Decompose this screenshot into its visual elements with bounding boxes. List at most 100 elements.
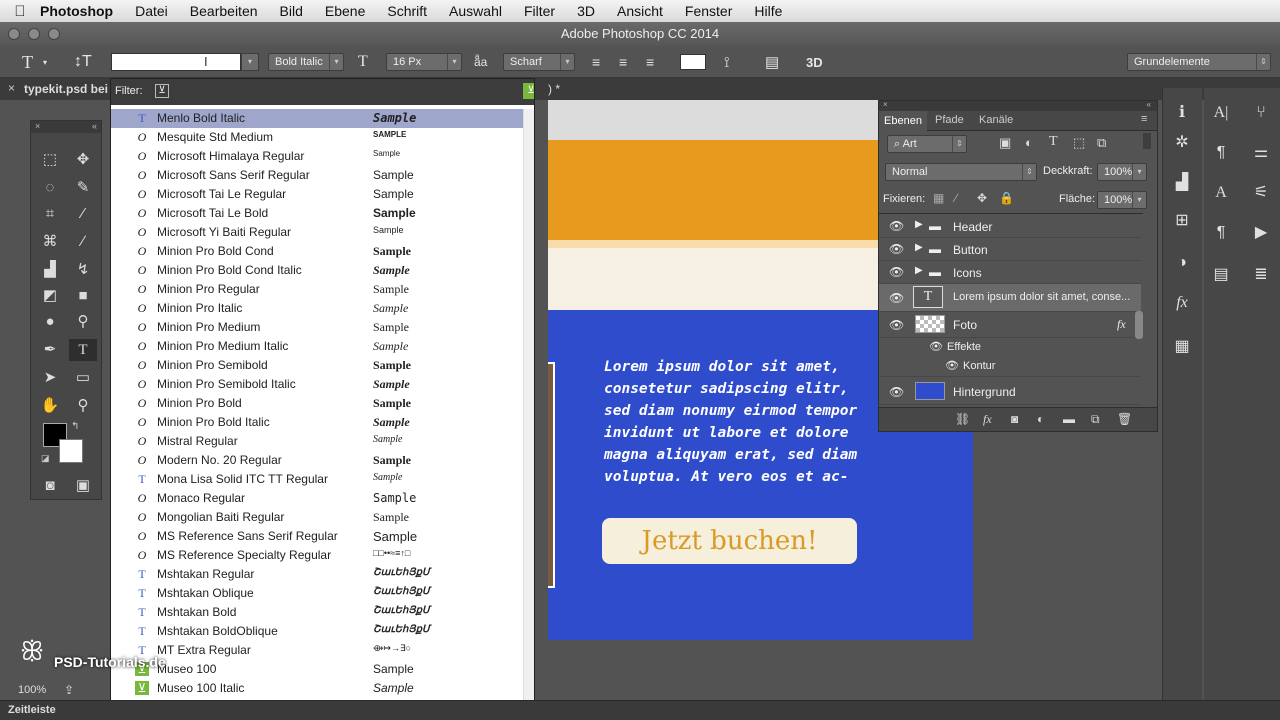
lock-pixels-icon[interactable]: ∕ — [955, 191, 957, 205]
document-tab[interactable]: typekit.psd bei — [24, 82, 108, 96]
filter-pixel-icon[interactable]: ▣ — [999, 135, 1011, 151]
font-row[interactable]: O Microsoft Himalaya Regular Sample — [111, 147, 534, 166]
lasso-tool-icon[interactable]: ◌ — [36, 177, 64, 199]
text-orientation-icon[interactable]: ↕T — [74, 46, 92, 78]
effects-eye-icon[interactable]: 👁 — [929, 340, 943, 353]
menu-hilfe[interactable]: Hilfe — [743, 3, 793, 19]
workspace-select[interactable]: Grundelemente ⇕ — [1127, 53, 1271, 71]
menu-ebene[interactable]: Ebene — [314, 3, 376, 19]
tab-kanaele[interactable]: Kanäle — [979, 114, 1013, 126]
tool-presets-icon[interactable]: ⑂ — [1244, 98, 1278, 128]
layer-row-header[interactable]: 👁 ▶ ▬ Header — [879, 215, 1141, 238]
healing-tool-icon[interactable]: ⌘ — [36, 231, 64, 253]
minimize-window-button[interactable] — [28, 28, 40, 40]
filter-toggle[interactable] — [1143, 133, 1151, 149]
typekit-sync-icon[interactable]: ⊻ — [523, 83, 534, 99]
font-row[interactable]: O Minion Pro Semibold Italic Sample — [111, 375, 534, 394]
gradient-tool-icon[interactable]: ■ — [69, 285, 97, 307]
path-select-tool-icon[interactable]: ➤ — [36, 367, 64, 389]
stamp-tool-icon[interactable]: ▟ — [36, 259, 64, 281]
filter-smartobject-icon[interactable]: ⧉ — [1097, 135, 1106, 151]
layer-effects-row[interactable]: 👁 Effekte — [879, 338, 1141, 357]
font-row[interactable]: T Mona Lisa Solid ITC TT Regular Sample — [111, 470, 534, 489]
lock-position-icon[interactable]: ✥ — [977, 191, 987, 205]
font-row[interactable]: T Mshtakan Oblique ՇաւԵհՅքՄ — [111, 584, 534, 603]
menu-app-name[interactable]: Photoshop — [40, 3, 124, 19]
quick-mask-icon[interactable]: ◙ — [36, 475, 64, 497]
font-row[interactable]: O Mistral Regular Sample — [111, 432, 534, 451]
close-tab-icon[interactable]: × — [8, 81, 15, 95]
marquee-tool-icon[interactable]: ⬚ — [36, 149, 64, 171]
font-row[interactable]: O Minion Pro Bold Cond Sample — [111, 242, 534, 261]
body-text[interactable]: Lorem ipsum dolor sit amet, consetetur s… — [604, 356, 884, 488]
filter-adjustment-icon[interactable]: ◐ — [1025, 135, 1033, 150]
tools-panel-header[interactable]: × « — [31, 121, 101, 133]
eyedropper-tool-icon[interactable]: ⁄ — [69, 203, 97, 225]
font-row[interactable]: O MS Reference Specialty Regular □□••≈≡↑□ — [111, 546, 534, 565]
navigator-icon[interactable]: ⊞ — [1165, 206, 1199, 236]
font-size-select[interactable]: 16 Px ▾ — [386, 53, 462, 71]
font-family-input[interactable]: I — [111, 53, 241, 71]
visibility-eye-icon[interactable]: 👁 — [889, 385, 904, 399]
menu-ansicht[interactable]: Ansicht — [606, 3, 674, 19]
new-group-icon[interactable]: ▬ — [1063, 412, 1075, 426]
filter-type-icon[interactable]: T — [1049, 134, 1058, 150]
font-row[interactable]: O Minion Pro Semibold Sample — [111, 356, 534, 375]
font-row[interactable]: O Microsoft Tai Le Regular Sample — [111, 185, 534, 204]
styles-icon[interactable]: fx — [1165, 288, 1199, 318]
quick-select-tool-icon[interactable]: ✎ — [69, 177, 97, 199]
expand-arrow-icon[interactable]: ▶ — [915, 242, 923, 253]
link-layers-icon[interactable]: ⛓ — [955, 412, 970, 426]
layers-scrollbar[interactable] — [1135, 311, 1143, 339]
timeline-tab[interactable]: Zeitleiste — [8, 704, 56, 716]
font-row[interactable]: O Microsoft Yi Baiti Regular Sample — [111, 223, 534, 242]
font-row[interactable]: T Mshtakan Bold ՇաւԵհՅքՄ — [111, 603, 534, 622]
text-tool-preset-icon[interactable]: T ▾ — [22, 46, 47, 78]
new-layer-icon[interactable]: ⧉ — [1091, 412, 1100, 427]
font-row[interactable]: O Mesquite Std Medium SAMPLE — [111, 128, 534, 147]
font-row[interactable]: O MS Reference Sans Serif Regular Sample — [111, 527, 534, 546]
font-row[interactable]: O Minion Pro Bold Cond Italic Sample — [111, 261, 534, 280]
menu-3d[interactable]: 3D — [566, 3, 606, 19]
font-row[interactable]: O Minion Pro Medium Italic Sample — [111, 337, 534, 356]
dodge-tool-icon[interactable]: ⚲ — [69, 311, 97, 333]
font-style-select[interactable]: Bold Italic ▾ — [268, 53, 344, 71]
font-row[interactable]: O Monaco Regular Sample — [111, 489, 534, 508]
shape-tool-icon[interactable]: ▭ — [69, 367, 97, 389]
character-icon[interactable]: A| — [1204, 98, 1238, 128]
fill-input[interactable]: 100% ▾ — [1097, 191, 1147, 209]
kontur-eye-icon[interactable]: 👁 — [945, 359, 959, 372]
filter-shape-icon[interactable]: ⬚ — [1073, 135, 1085, 151]
3d-button[interactable]: 3D — [806, 46, 823, 78]
background-color-swatch[interactable] — [59, 439, 83, 463]
delete-layer-icon[interactable]: 🗑 — [1117, 412, 1132, 426]
menu-schrift[interactable]: Schrift — [376, 3, 438, 19]
font-list-scrollbar[interactable] — [523, 109, 534, 713]
visibility-eye-icon[interactable]: 👁 — [889, 291, 904, 305]
properties-icon[interactable]: ≣ — [1244, 260, 1278, 290]
menu-bearbeiten[interactable]: Bearbeiten — [179, 3, 269, 19]
layer-filter-select[interactable]: ⌕ Art ⇕ — [887, 135, 967, 153]
fx-icon[interactable]: fx — [1117, 317, 1126, 332]
brush-settings-icon[interactable]: ⚌ — [1244, 138, 1278, 168]
swatches-icon[interactable]: ▦ — [1165, 332, 1199, 362]
visibility-eye-icon[interactable]: 👁 — [889, 318, 904, 332]
font-row-selected[interactable]: T Menlo Bold Italic Sample — [111, 109, 534, 128]
zoom-window-button[interactable] — [48, 28, 60, 40]
layer-row-foto[interactable]: 👁 Foto fx — [879, 312, 1141, 338]
actions-icon[interactable]: ▶ — [1244, 218, 1278, 248]
antialias-select[interactable]: Scharf ▾ — [503, 53, 575, 71]
menu-filter[interactable]: Filter — [513, 3, 566, 19]
font-family-dropdown-button[interactable]: ▾ — [241, 53, 259, 71]
layer-effect-kontur-row[interactable]: 👁 Kontur — [879, 357, 1141, 377]
filter-typekit-icon[interactable]: ⊻ — [155, 84, 169, 98]
zoom-level[interactable]: 100% — [18, 684, 46, 696]
menu-auswahl[interactable]: Auswahl — [438, 3, 513, 19]
adjustments-icon[interactable]: ✲ — [1165, 128, 1199, 158]
default-colors-icon[interactable]: ◪ — [41, 453, 50, 464]
tab-pfade[interactable]: Pfade — [935, 114, 964, 126]
share-icon[interactable]: ⇪ — [64, 683, 74, 697]
align-left-icon[interactable]: ≡ — [592, 46, 600, 78]
tab-ebenen[interactable]: Ebenen — [879, 111, 927, 131]
panel-menu-icon[interactable]: ≡ — [1141, 113, 1147, 125]
